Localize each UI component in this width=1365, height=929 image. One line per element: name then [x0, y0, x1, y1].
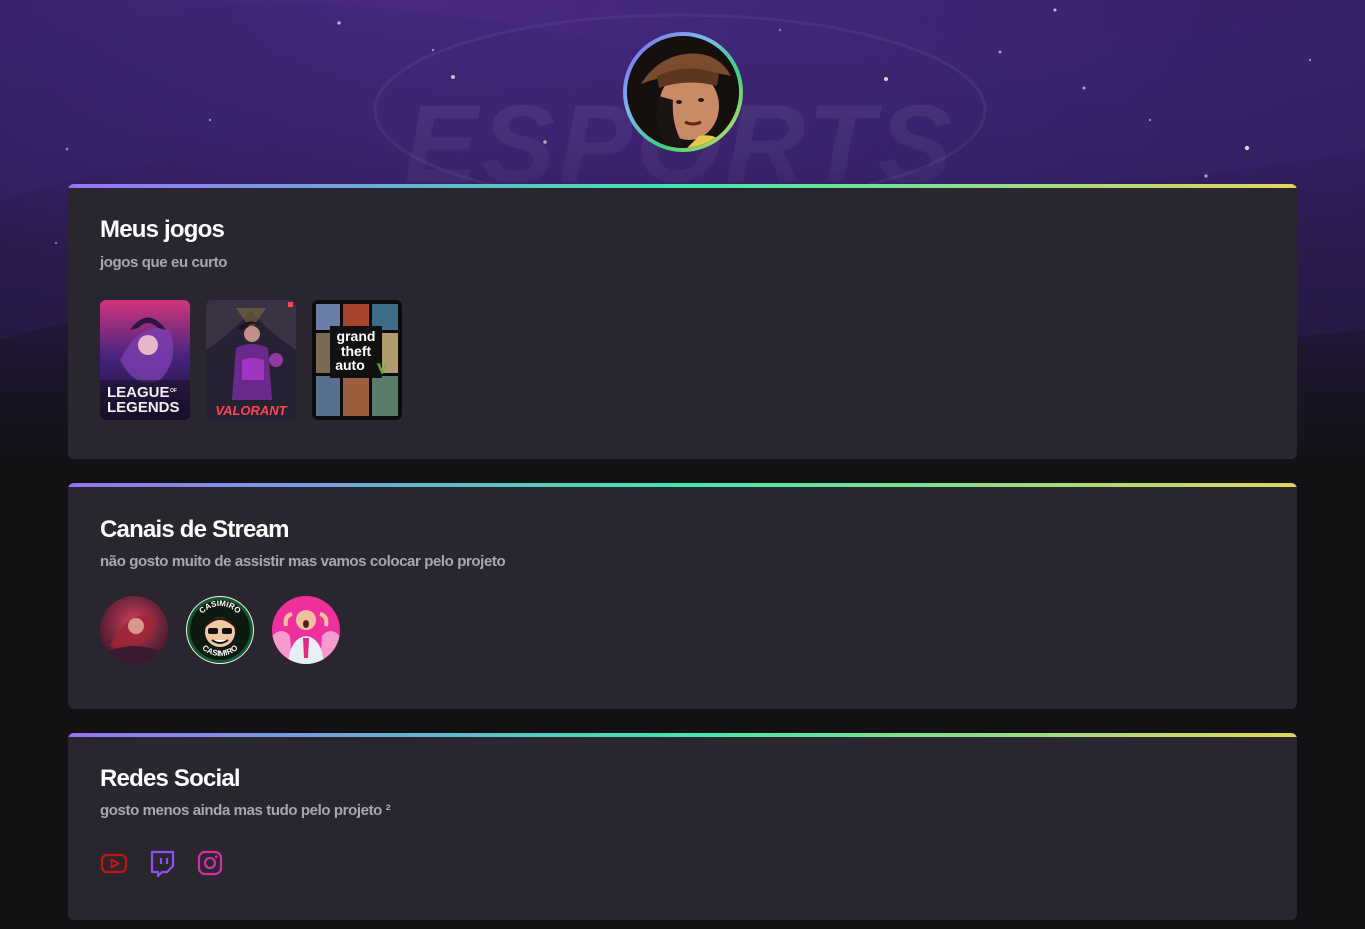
lol-logo-of: OF — [170, 388, 177, 394]
social-links — [100, 849, 224, 878]
gta-logo-numeral: V — [376, 361, 388, 378]
youtube-icon — [100, 853, 128, 874]
stream-channel-list: CASIMIRO CASIMIRO — [100, 596, 340, 664]
games-title: Meus jogos — [100, 216, 225, 243]
stream-channel-3-avatar[interactable] — [272, 596, 340, 664]
games-card: Meus jogos jogos que eu curto LEAGUE OF … — [68, 184, 1297, 459]
gta-logo-line1: grand — [337, 328, 376, 344]
youtube-link[interactable] — [100, 849, 128, 877]
game-cover-gta-v[interactable]: grand theft auto V — [312, 300, 402, 420]
streams-subtitle: não gosto muito de assistir mas vamos co… — [100, 553, 506, 570]
twitch-link[interactable] — [148, 849, 176, 878]
socials-subtitle: gosto menos ainda mas tudo pelo projeto … — [100, 802, 391, 819]
game-cover-valorant[interactable]: VALORANT — [206, 300, 296, 420]
stream-channel-casimiro-avatar[interactable]: CASIMIRO CASIMIRO — [186, 596, 254, 664]
stream-channel-1-avatar[interactable] — [100, 596, 168, 664]
gta-logo-line3: auto — [335, 357, 365, 373]
streams-card: Canais de Stream não gosto muito de assi… — [68, 483, 1297, 709]
socials-card: Redes Social gosto menos ainda mas tudo … — [68, 733, 1297, 920]
game-cover-league-of-legends[interactable]: LEAGUE OF LEGENDS — [100, 300, 190, 420]
instagram-link[interactable] — [196, 849, 224, 877]
games-list: LEAGUE OF LEGENDS VALORANT grand theft a… — [100, 300, 402, 420]
socials-title: Redes Social — [100, 765, 241, 792]
valorant-logo: VALORANT — [215, 403, 287, 418]
streams-title: Canais de Stream — [100, 516, 289, 543]
profile-avatar[interactable] — [623, 32, 743, 152]
lol-logo-line2: LEGENDS — [107, 399, 180, 416]
twitch-icon — [150, 850, 175, 878]
instagram-icon — [197, 850, 223, 876]
avatar-photo — [627, 36, 739, 148]
games-subtitle: jogos que eu curto — [100, 254, 227, 271]
